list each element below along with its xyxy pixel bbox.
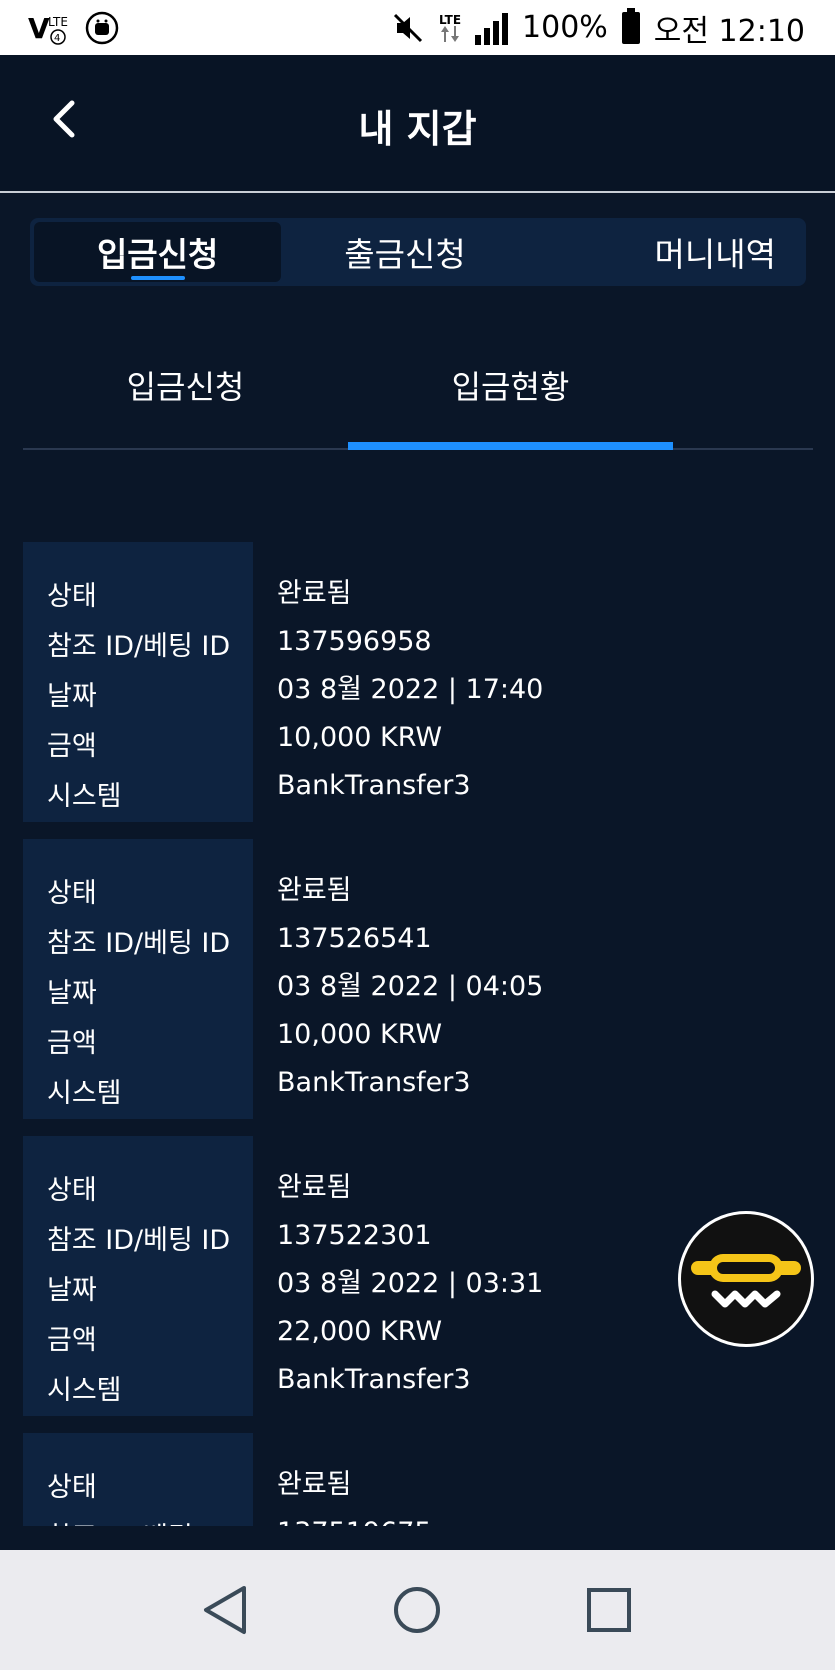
volte-icon: V LTE 4	[28, 12, 68, 45]
label-system: 시스템	[47, 781, 122, 812]
label-status: 상태	[47, 1472, 97, 1503]
label-status: 상태	[47, 581, 97, 612]
record-values: 완료됨 137596958 03 8월 2022 | 17:40 10,000 …	[277, 570, 543, 810]
list-item: 상태 참조 ID/베팅 ID 날짜 금액 시스템 완료됨 137596958 0…	[23, 542, 813, 822]
mute-icon	[393, 13, 423, 42]
wallet-tabs: 입금신청 출금신청 머니내역	[30, 218, 806, 286]
value-ref-id: 137526541	[277, 923, 432, 954]
record-values: 완료됨 137526541 03 8월 2022 | 04:05 10,000 …	[277, 867, 543, 1107]
value-system: BankTransfer3	[277, 770, 471, 801]
battery-icon	[621, 7, 640, 44]
label-system: 시스템	[47, 1375, 122, 1406]
label-system: 시스템	[47, 1078, 122, 1109]
record-values: 완료됨 137519675	[277, 1461, 432, 1526]
deposit-history-list[interactable]: 상태 참조 ID/베팅 ID 날짜 금액 시스템 완료됨 137596958 0…	[23, 542, 813, 1526]
hotdog-logo-icon	[691, 1254, 801, 1308]
value-status: 완료됨	[277, 1469, 352, 1500]
label-date: 날짜	[47, 1275, 97, 1306]
status-bar-left: V LTE 4	[28, 10, 120, 46]
record-values: 완료됨 137522301 03 8월 2022 | 03:31 22,000 …	[277, 1164, 543, 1404]
value-amount: 10,000 KRW	[277, 1019, 443, 1050]
status-bar: V LTE 4 LTE 100% 오전 12:10	[0, 0, 835, 55]
label-status: 상태	[47, 1175, 97, 1206]
record-labels: 상태 참조 ID/베팅 ID 날짜 금액 시스템	[23, 1433, 253, 1526]
page-title: 내 지갑	[358, 107, 477, 151]
status-bar-right: LTE 100% 오전 12:10	[391, 6, 805, 50]
label-ref-id: 참조 ID/베팅 ID	[23, 1513, 253, 1526]
lte-indicator: LTE	[439, 14, 461, 42]
value-ref-id: 137522301	[277, 1220, 432, 1251]
value-system: BankTransfer3	[277, 1067, 471, 1098]
deposit-subtabs: 입금신청 입금현황	[23, 330, 813, 450]
svg-text:V: V	[28, 12, 50, 45]
tab-withdraw-request[interactable]: 출금신청	[281, 222, 528, 282]
nav-back-icon[interactable]	[196, 1580, 256, 1640]
tab-deposit-request[interactable]: 입금신청	[34, 222, 282, 282]
svg-text:4: 4	[54, 33, 60, 44]
chat-fab-button[interactable]	[678, 1211, 814, 1347]
value-status: 완료됨	[277, 1172, 352, 1203]
value-ref-id: 137519675	[277, 1509, 432, 1526]
nav-recents-icon[interactable]	[579, 1580, 639, 1640]
label-amount: 금액	[47, 731, 97, 762]
data-arrows-icon	[440, 25, 459, 42]
label-ref-id: 참조 ID/베팅 ID	[47, 631, 231, 662]
value-system: BankTransfer3	[277, 1364, 471, 1395]
value-ref-id: 137596958	[277, 626, 432, 657]
value-date: 03 8월 2022 | 03:31	[277, 1268, 544, 1299]
nav-home-icon[interactable]	[387, 1580, 447, 1640]
value-amount: 10,000 KRW	[277, 722, 443, 753]
value-status: 완료됨	[277, 578, 352, 609]
label-ref-id: 참조 ID/베팅 ID	[47, 1225, 231, 1256]
value-date: 03 8월 2022 | 17:40	[277, 674, 544, 705]
subtab-deposit-status[interactable]: 입금현황	[348, 330, 673, 450]
android-sync-icon	[85, 11, 119, 44]
app-header: 내 지갑	[0, 55, 835, 193]
label-ref-id: 참조 ID/베팅 ID	[47, 928, 231, 959]
label-status: 상태	[47, 878, 97, 909]
value-amount: 22,000 KRW	[277, 1316, 443, 1347]
clock: 오전 12:10	[653, 13, 805, 49]
svg-text:LTE: LTE	[48, 15, 68, 29]
system-nav-bar	[0, 1550, 835, 1670]
value-status: 완료됨	[277, 875, 352, 906]
record-labels: 상태 참조 ID/베팅 ID 날짜 금액 시스템	[23, 542, 253, 822]
label-amount: 금액	[47, 1325, 97, 1356]
record-labels: 상태 참조 ID/베팅 ID 날짜 금액 시스템	[23, 1136, 253, 1416]
label-date: 날짜	[47, 681, 97, 712]
list-item: 상태 참조 ID/베팅 ID 날짜 금액 시스템 완료됨 137519675	[23, 1433, 813, 1526]
tab-money-history[interactable]: 머니내역	[529, 222, 802, 282]
label-amount: 금액	[47, 1028, 97, 1059]
battery-percent: 100%	[522, 10, 608, 45]
list-item: 상태 참조 ID/베팅 ID 날짜 금액 시스템 완료됨 137526541 0…	[23, 839, 813, 1119]
subtab-deposit-request[interactable]: 입금신청	[23, 330, 348, 448]
signal-strength-icon	[475, 11, 509, 45]
record-labels: 상태 참조 ID/베팅 ID 날짜 금액 시스템	[23, 839, 253, 1119]
lte-label: LTE	[438, 12, 462, 27]
label-date: 날짜	[47, 978, 97, 1009]
value-date: 03 8월 2022 | 04:05	[277, 971, 544, 1002]
